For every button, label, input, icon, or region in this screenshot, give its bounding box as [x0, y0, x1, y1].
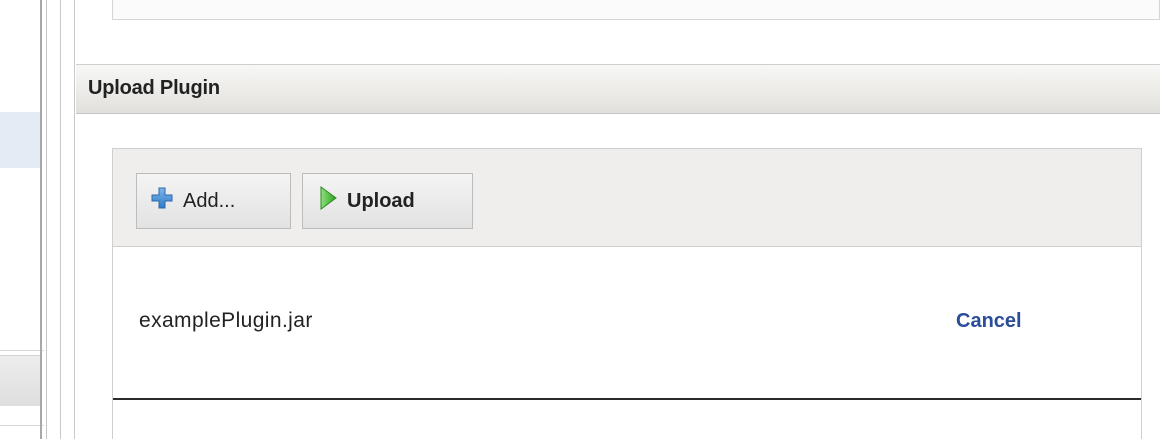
panel-border — [74, 0, 75, 439]
upload-button-label: Upload — [347, 189, 415, 212]
add-button[interactable]: Add... — [136, 173, 291, 229]
panel-border — [46, 0, 47, 439]
plugin-upload-page: Upload Plugin Add... Upload examplePlugi… — [0, 0, 1160, 439]
left-nav-footer-row[interactable] — [0, 355, 40, 406]
cancel-link[interactable]: Cancel — [956, 310, 1022, 333]
upload-button[interactable]: Upload — [302, 173, 473, 229]
play-arrow-icon — [319, 186, 337, 216]
file-name: examplePlugin.jar — [139, 309, 313, 332]
add-button-label: Add... — [183, 189, 236, 212]
upload-panel: Add... Upload examplePlugin.jar Cancel — [112, 148, 1142, 439]
upload-toolbar: Add... Upload — [113, 149, 1141, 247]
left-nav-divider — [0, 425, 44, 426]
section-header: Upload Plugin — [76, 64, 1160, 114]
left-nav-selected-row[interactable] — [0, 112, 40, 168]
left-nav-divider — [0, 350, 44, 351]
panel-border — [60, 0, 61, 439]
left-navigation-strip — [0, 0, 44, 439]
file-list-item: examplePlugin.jar Cancel — [113, 247, 1141, 397]
previous-panel — [112, 0, 1160, 20]
file-list-divider — [113, 398, 1141, 400]
panel-splitter[interactable] — [40, 0, 42, 439]
plus-icon — [151, 187, 173, 215]
section-title: Upload Plugin — [88, 77, 220, 99]
